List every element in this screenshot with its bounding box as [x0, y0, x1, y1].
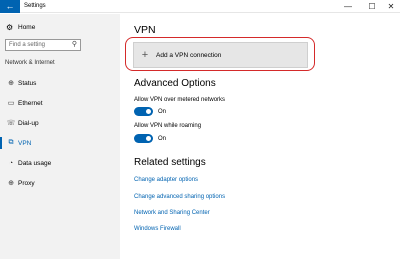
sidebar-item-proxy[interactable]: ⊕ Proxy [0, 174, 120, 192]
toggle-knob [146, 136, 151, 141]
search-icon[interactable]: ⚲ [72, 40, 77, 50]
sidebar-item-label: Proxy [18, 179, 35, 187]
metered-option-label: Allow VPN over metered networks [134, 97, 226, 103]
roaming-toggle-row: On [134, 134, 166, 143]
link-windows-firewall[interactable]: Windows Firewall [134, 226, 181, 232]
link-change-advanced-sharing[interactable]: Change advanced sharing options [134, 194, 225, 200]
vpn-icon: ⧉ [8, 139, 14, 146]
sidebar-item-status[interactable]: ⊕ Status [0, 74, 120, 92]
sidebar-item-label: Data usage [18, 159, 52, 167]
close-button[interactable]: ✕ [381, 0, 400, 13]
minimize-button[interactable]: — [338, 0, 358, 13]
back-arrow-icon: ← [5, 1, 15, 11]
title-bar: ← Settings — ☐ ✕ [0, 0, 400, 13]
plus-icon: + [141, 49, 149, 61]
add-vpn-label: Add a VPN connection [156, 51, 222, 59]
add-vpn-button[interactable]: + Add a VPN connection [133, 42, 308, 68]
roaming-option-label: Allow VPN while roaming [134, 123, 202, 129]
main-content: VPN + Add a VPN connection Advanced Opti… [125, 14, 395, 259]
home-label: Home [18, 23, 36, 31]
metered-toggle-state: On [158, 108, 167, 115]
related-settings-heading: Related settings [134, 157, 206, 168]
gear-icon: ⚙ [6, 22, 14, 32]
roaming-toggle-state: On [158, 135, 167, 142]
sidebar-item-vpn[interactable]: ⧉ VPN [0, 134, 120, 152]
active-indicator [0, 137, 2, 149]
sidebar-item-dial-up[interactable]: ☏ Dial-up [0, 114, 120, 132]
sidebar-item-label: Dial-up [18, 119, 39, 127]
maximize-button[interactable]: ☐ [362, 0, 382, 13]
back-button[interactable]: ← [0, 0, 20, 13]
globe-icon: ⊕ [8, 180, 14, 187]
sidebar-item-label: Status [18, 79, 37, 87]
data-usage-icon: ◔ [8, 159, 14, 167]
globe-icon: ⊕ [8, 80, 14, 87]
metered-toggle-row: On [134, 107, 166, 116]
link-change-adapter-options[interactable]: Change adapter options [134, 177, 198, 183]
search-placeholder: Find a setting [9, 42, 46, 48]
sidebar-item-label: Ethernet [18, 99, 43, 107]
phone-icon: ☏ [6, 120, 16, 127]
search-input[interactable]: Find a setting ⚲ [5, 39, 81, 51]
sidebar: ⚙ Home Find a setting ⚲ Network & Intern… [0, 14, 120, 259]
page-title: VPN [134, 24, 156, 36]
window-title: Settings [24, 3, 46, 9]
toggle-knob [146, 109, 151, 114]
advanced-options-heading: Advanced Options [134, 78, 216, 89]
metered-toggle[interactable] [134, 107, 153, 116]
sidebar-item-home[interactable]: ⚙ Home [6, 20, 35, 34]
sidebar-item-ethernet[interactable]: ▭ Ethernet [0, 94, 120, 112]
link-network-sharing-center[interactable]: Network and Sharing Center [134, 210, 210, 216]
sidebar-item-label: VPN [18, 139, 32, 147]
section-label: Network & Internet [5, 60, 55, 66]
roaming-toggle[interactable] [134, 134, 153, 143]
sidebar-item-data-usage[interactable]: ◔ Data usage [0, 154, 120, 172]
ethernet-icon: ▭ [7, 100, 15, 107]
